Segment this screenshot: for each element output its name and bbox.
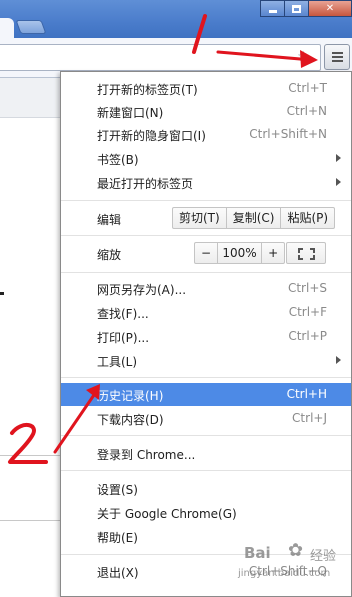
submenu-arrow-icon — [336, 178, 341, 186]
menu-item-shortcut: Ctrl+P — [288, 329, 327, 343]
paste-button[interactable]: 粘贴(P) — [281, 208, 334, 228]
menu-item-label: 书签(B) — [97, 153, 139, 167]
menu-item-shortcut: Ctrl+T — [288, 81, 327, 95]
menu-item-label: 打开新的隐身窗口(I) — [97, 129, 206, 143]
menu-item-label: 退出(X) — [97, 566, 139, 580]
menu-item-label: 登录到 Chrome... — [97, 448, 196, 462]
menu-item-shortcut: Ctrl+N — [286, 104, 327, 118]
menu-item-history[interactable]: 历史记录(H) Ctrl+H — [61, 383, 351, 406]
fullscreen-button[interactable] — [286, 242, 326, 264]
maximize-button[interactable] — [284, 0, 308, 17]
menu-item-label: 设置(S) — [97, 483, 138, 497]
menu-separator — [61, 470, 351, 471]
baidu-watermark: Bai ✿ 经验 jingyan.baidu.com — [232, 538, 350, 594]
chrome-menu-button[interactable] — [324, 44, 350, 70]
menu-item-sign-in[interactable]: 登录到 Chrome... — [61, 442, 351, 465]
menu-item-label: 打开新的标签页(T) — [97, 83, 198, 97]
zoom-out-button[interactable]: − — [195, 243, 219, 263]
menu-item-tools[interactable]: 工具(L) — [61, 349, 351, 372]
menu-item-shortcut: Ctrl+J — [292, 411, 327, 425]
zoom-in-button[interactable]: + — [262, 243, 284, 263]
menu-item-label: 打印(P)... — [97, 331, 150, 345]
minimize-icon — [268, 10, 277, 13]
page-divider — [0, 520, 60, 521]
menu-item-new-window[interactable]: 新建窗口(N) Ctrl+N — [61, 100, 351, 123]
menu-item-label: 关于 Google Chrome(G) — [97, 507, 237, 521]
menu-item-label: 最近打开的标签页 — [97, 177, 194, 191]
menu-item-save-page-as[interactable]: 网页另存为(A)... Ctrl+S — [61, 277, 351, 300]
zoom-level: 100% — [218, 243, 263, 263]
menu-item-find[interactable]: 查找(F)... Ctrl+F — [61, 301, 351, 324]
menu-item-bookmarks[interactable]: 书签(B) — [61, 147, 351, 170]
zoom-control-group: − 100% + — [194, 242, 286, 264]
page-content-fragment — [0, 292, 4, 295]
bookmark-star-icon[interactable]: ☆ — [297, 49, 310, 65]
zoom-label: 缩放 — [97, 248, 122, 262]
menu-item-shortcut: Ctrl+S — [287, 281, 327, 295]
copy-button[interactable]: 复制(C) — [227, 208, 282, 228]
close-icon: ✕ — [325, 3, 335, 14]
address-bar[interactable]: ☆ — [0, 44, 321, 71]
edit-button-group: 剪切(T) 复制(C) 粘贴(P) — [172, 207, 336, 229]
menu-item-settings[interactable]: 设置(S) — [61, 477, 351, 500]
close-button[interactable]: ✕ — [308, 0, 352, 17]
menu-item-about[interactable]: 关于 Google Chrome(G) — [61, 501, 351, 524]
menu-item-label: 工具(L) — [97, 355, 138, 369]
menu-item-label: 查找(F)... — [97, 307, 149, 321]
paw-icon: ✿ — [288, 540, 304, 561]
cut-button[interactable]: 剪切(T) — [173, 208, 227, 228]
submenu-arrow-icon — [336, 154, 341, 162]
menu-item-shortcut: Ctrl+F — [288, 305, 327, 319]
browser-tab[interactable] — [0, 18, 14, 40]
chrome-menu: 打开新的标签页(T) Ctrl+T 新建窗口(N) Ctrl+N 打开新的隐身窗… — [60, 71, 352, 597]
minimize-button[interactable] — [260, 0, 284, 17]
menu-separator — [61, 200, 351, 201]
watermark-url: jingyan.baidu.com — [238, 568, 331, 579]
maximize-icon — [292, 5, 301, 13]
menu-item-label: 历史记录(H) — [97, 389, 164, 403]
menu-item-label: 网页另存为(A)... — [97, 283, 187, 297]
menu-separator — [61, 377, 351, 378]
menu-item-downloads[interactable]: 下载内容(D) Ctrl+J — [61, 407, 351, 430]
page-divider — [0, 455, 60, 456]
edit-label: 编辑 — [97, 213, 122, 227]
menu-item-label: 新建窗口(N) — [97, 106, 164, 120]
menu-item-print[interactable]: 打印(P)... Ctrl+P — [61, 325, 351, 348]
menu-item-label: 帮助(E) — [97, 531, 138, 545]
watermark-brand: Bai — [244, 544, 271, 562]
menu-separator — [61, 235, 351, 236]
menu-item-new-tab[interactable]: 打开新的标签页(T) Ctrl+T — [61, 77, 351, 100]
menu-item-shortcut: Ctrl+Shift+N — [249, 127, 327, 141]
new-tab-button[interactable] — [15, 20, 47, 34]
watermark-brand-2: 经验 — [310, 549, 337, 564]
menu-item-recent-tabs[interactable]: 最近打开的标签页 — [61, 171, 351, 194]
menu-item-incognito-window[interactable]: 打开新的隐身窗口(I) Ctrl+Shift+N — [61, 123, 351, 146]
annotation-step-2-mark — [8, 423, 48, 464]
menu-separator — [61, 272, 351, 273]
menu-item-label: 下载内容(D) — [97, 413, 164, 427]
submenu-arrow-icon — [336, 356, 341, 364]
menu-separator — [61, 435, 351, 436]
menu-item-shortcut: Ctrl+H — [286, 387, 327, 401]
bookmark-bar — [0, 78, 62, 118]
title-bar: ✕ — [0, 0, 352, 40]
